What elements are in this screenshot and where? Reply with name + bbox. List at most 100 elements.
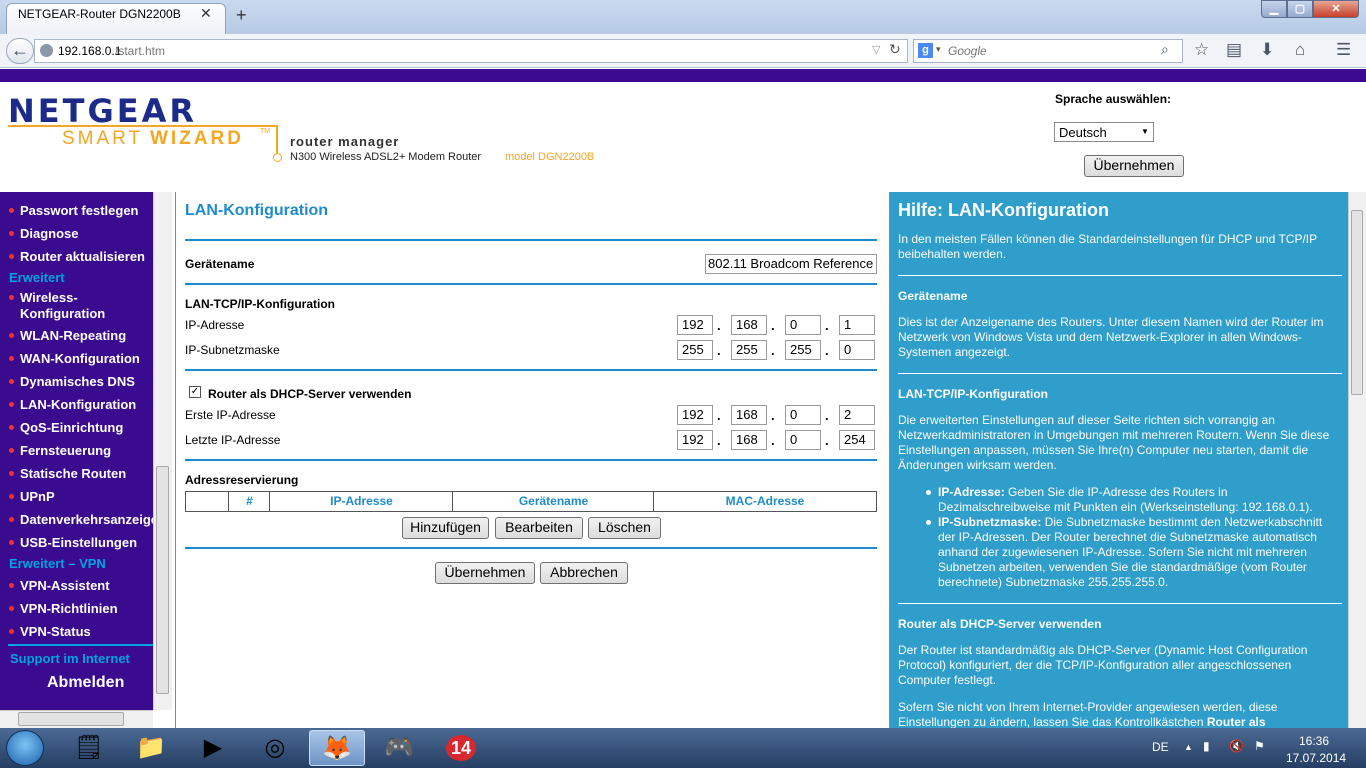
help-dhcp-heading: Router als DHCP-Server verwenden — [898, 617, 1102, 631]
page-title: LAN-Konfiguration — [185, 202, 329, 219]
bookmarks-list-icon[interactable]: ▤ — [1226, 40, 1242, 60]
bullet-icon — [9, 517, 14, 522]
app-14-icon[interactable]: 14 — [433, 730, 489, 766]
file-explorer-icon[interactable]: 📁 — [123, 730, 179, 766]
bullet-icon — [926, 520, 931, 525]
sidebar-item-lan[interactable]: LAN-Konfiguration — [20, 397, 136, 412]
clock-time[interactable]: 16:36 — [1299, 734, 1329, 748]
language-label: Sprache auswählen: — [1055, 92, 1172, 106]
sidebar-item-router-update[interactable]: Router aktualisieren — [20, 249, 145, 264]
search-icon[interactable]: ⌕ — [1161, 41, 1169, 58]
add-button[interactable]: Hinzufügen — [402, 517, 489, 539]
divider — [185, 369, 877, 371]
ip-octet-3[interactable]: 0 — [785, 315, 821, 335]
url-bar[interactable] — [34, 39, 908, 63]
edit-button[interactable]: Bearbeiten — [495, 517, 583, 539]
volume-icon[interactable]: 🔇 — [1229, 739, 1244, 753]
sidebar-item-remote[interactable]: Fernsteuerung — [20, 443, 111, 458]
chevron-down-icon: ▼ — [1141, 127, 1149, 136]
url-dropdown-icon[interactable]: ▽ — [872, 43, 880, 56]
language-indicator[interactable]: DE — [1152, 740, 1169, 754]
ip-octet-4[interactable]: 1 — [839, 315, 875, 335]
subnet-octet-4[interactable]: 0 — [839, 340, 875, 360]
network-icon[interactable]: ▮ — [1203, 739, 1210, 753]
sidebar-item-qos[interactable]: QoS-Einrichtung — [20, 420, 123, 435]
language-apply-button[interactable]: Übernehmen — [1084, 155, 1184, 177]
apply-button[interactable]: Übernehmen — [435, 562, 535, 584]
delete-button[interactable]: Löschen — [588, 517, 661, 539]
sidebar-item-wan[interactable]: WAN-Konfiguration — [20, 351, 140, 366]
bookmark-star-icon[interactable]: ☆ — [1194, 40, 1209, 60]
sidebar-item-wireless-cont[interactable]: Konfiguration — [20, 306, 105, 321]
help-dhcp-text: Der Router ist standardmäßig als DHCP-Se… — [898, 643, 1308, 687]
cancel-button[interactable]: Abbrechen — [540, 562, 628, 584]
maximize-button[interactable]: ▢ — [1287, 0, 1313, 18]
help-tcpip-text: Die erweiterten Einstellungen auf dieser… — [898, 413, 1330, 472]
start-button[interactable] — [6, 730, 44, 766]
first-ip-octet-2[interactable]: 168 — [731, 405, 767, 425]
sidebar-item-ddns[interactable]: Dynamisches DNS — [20, 374, 135, 389]
bullet-icon — [9, 295, 14, 300]
sidebar-item-vpn-policies[interactable]: VPN-Richtlinien — [20, 601, 118, 616]
dhcp-checkbox[interactable]: ✓ — [189, 386, 201, 398]
sidebar-item-password[interactable]: Passwort festlegen — [20, 203, 139, 218]
ip-octet-2[interactable]: 168 — [731, 315, 767, 335]
table-header-select — [186, 492, 228, 511]
sidebar-divider — [8, 644, 153, 646]
subnet-octet-2[interactable]: 255 — [731, 340, 767, 360]
download-icon[interactable]: ⬇ — [1260, 40, 1274, 60]
google-icon[interactable]: g — [918, 43, 933, 58]
logout-link[interactable]: Abmelden — [47, 674, 124, 692]
device-name-input[interactable]: 802.11 Broadcom Reference — [705, 254, 877, 274]
first-ip-octet-4[interactable]: 2 — [839, 405, 875, 425]
minimize-button[interactable]: ▁ — [1261, 0, 1287, 18]
sidebar-item-upnp[interactable]: UPnP — [20, 489, 55, 504]
last-ip-octet-1[interactable]: 192 — [677, 430, 713, 450]
clock-date[interactable]: 17.07.2014 — [1286, 751, 1346, 765]
sidebar-item-wlan-repeating[interactable]: WLAN-Repeating — [20, 328, 126, 343]
ip-dot: . — [771, 433, 775, 448]
close-window-button[interactable]: ✕ — [1313, 0, 1359, 18]
tab-close-icon[interactable]: ✕ — [200, 5, 212, 22]
menu-icon[interactable]: ☰ — [1336, 40, 1351, 60]
ip-dot: . — [825, 343, 829, 358]
help-scroll-thumb[interactable] — [1351, 210, 1363, 395]
sticky-notes-icon[interactable]: 🗒 — [61, 730, 117, 766]
sidebar-item-vpn-status[interactable]: VPN-Status — [20, 624, 91, 639]
new-tab-icon[interactable]: + — [236, 5, 247, 26]
sidebar-item-vpn-wizard[interactable]: VPN-Assistent — [20, 578, 110, 593]
reload-icon[interactable]: ↻ — [889, 41, 901, 58]
sidebar-item-usb[interactable]: USB-Einstellungen — [20, 535, 137, 550]
sidebar-scroll-thumb[interactable] — [156, 466, 169, 694]
media-player-icon[interactable]: ▶ — [185, 730, 241, 766]
first-ip-octet-1[interactable]: 192 — [677, 405, 713, 425]
ip-dot: . — [717, 343, 721, 358]
last-ip-octet-2[interactable]: 168 — [731, 430, 767, 450]
help-last-text-bold: Router als — [1206, 715, 1266, 729]
home-icon[interactable]: ⌂ — [1295, 40, 1305, 60]
sidebar-item-static-routes[interactable]: Statische Routen — [20, 466, 126, 481]
sidebar-hscroll-thumb[interactable] — [18, 712, 124, 726]
sidebar-item-traffic[interactable]: Datenverkehrsanzeige — [20, 512, 158, 527]
firefox-icon[interactable]: 🦊 — [309, 730, 365, 766]
last-ip-octet-3[interactable]: 0 — [785, 430, 821, 450]
subnet-octet-3[interactable]: 255 — [785, 340, 821, 360]
router-model: model DGN2200B — [505, 151, 595, 163]
bullet-icon — [9, 629, 14, 634]
logo-dot — [273, 153, 282, 162]
origin-icon[interactable]: ◎ — [247, 730, 303, 766]
last-ip-octet-4[interactable]: 254 — [839, 430, 875, 450]
action-center-icon[interactable]: ⚑ — [1254, 739, 1265, 753]
first-ip-octet-3[interactable]: 0 — [785, 405, 821, 425]
sidebar-item-wireless[interactable]: Wireless- — [20, 290, 78, 305]
back-button[interactable]: ← — [6, 38, 34, 64]
ip-octet-1[interactable]: 192 — [677, 315, 713, 335]
game-app-icon[interactable]: 🎮 — [371, 730, 427, 766]
search-engine-dropdown-icon[interactable]: ▾ — [936, 44, 941, 55]
tray-expand-icon[interactable]: ▲ — [1184, 742, 1193, 752]
help-divider — [898, 275, 1342, 276]
subnet-octet-1[interactable]: 255 — [677, 340, 713, 360]
sidebar-item-diagnose[interactable]: Diagnose — [20, 226, 79, 241]
sidebar-support-link[interactable]: Support im Internet — [10, 651, 130, 666]
help-device-text: Dies ist der Anzeigename des Routers. Un… — [898, 315, 1324, 359]
